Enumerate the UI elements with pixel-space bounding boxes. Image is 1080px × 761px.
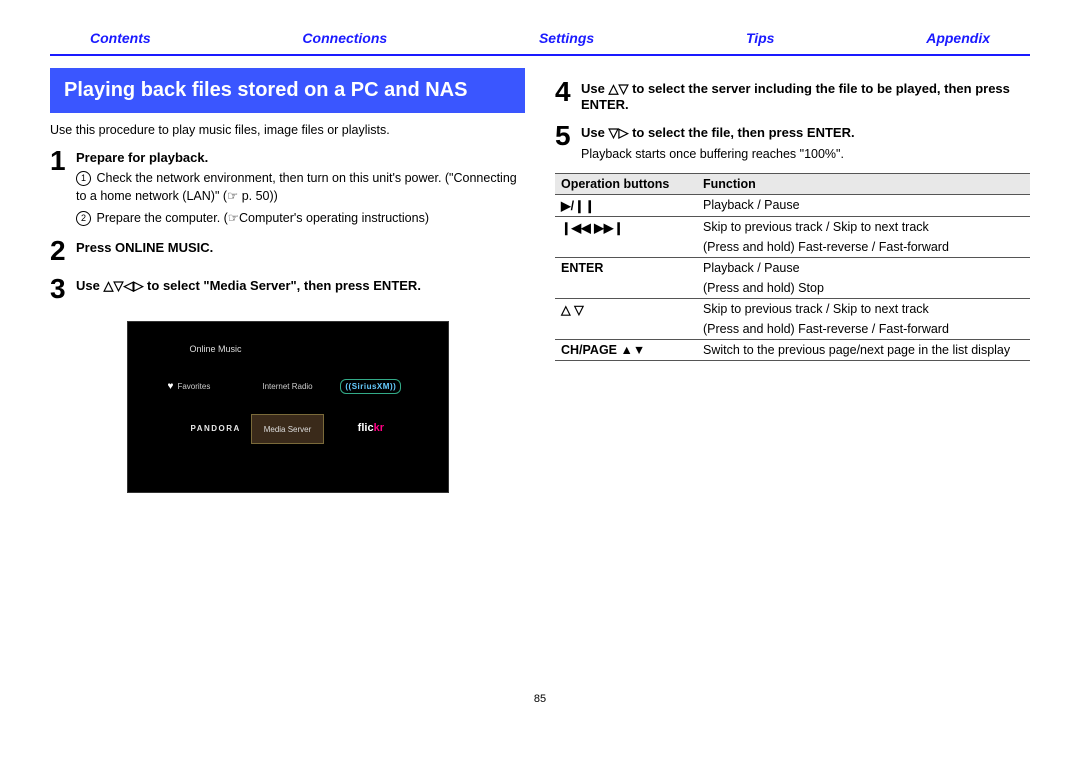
step-3-title: Use △▽◁▷ to select "Media Server", then …	[76, 278, 421, 294]
siriusxm-logo: ((SiriusXM))	[340, 379, 401, 394]
step-2-title: Press ONLINE MUSIC.	[76, 240, 213, 255]
tv-item-pandora: PANDORA	[168, 414, 241, 442]
table-row-skip-btn: ❙◀◀ ▶▶❙	[555, 217, 697, 258]
step-5-sub: Playback starts once buffering reaches "…	[581, 145, 855, 163]
table-row-updown-btn: △ ▽	[555, 299, 697, 340]
tv-item-siriusxm: ((SiriusXM))	[334, 372, 407, 400]
section-heading: Playing back files stored on a PC and NA…	[50, 68, 525, 113]
tv-screenshot: Online Music ♥ Favorites Internet Radio …	[127, 321, 449, 493]
step-3: 3 Use △▽◁▷ to select "Media Server", the…	[50, 275, 525, 303]
table-row-enter-btn: ENTER	[555, 258, 697, 299]
left-column: Playing back files stored on a PC and NA…	[50, 68, 525, 493]
step-number: 5	[555, 122, 581, 163]
step-1-sub-b-text: Prepare the computer. (☞Computer's opera…	[96, 211, 429, 225]
step-1-title: Prepare for playback.	[76, 150, 525, 165]
nav-contents[interactable]: Contents	[90, 30, 151, 46]
circled-2-icon: 2	[76, 211, 91, 226]
tv-item-media-server: Media Server	[251, 414, 324, 444]
divider	[50, 54, 1030, 56]
operation-table: Operation buttons Function ▶/❙❙ Playback…	[555, 173, 1030, 361]
table-row-enter-fn1: Playback / Pause	[697, 258, 1030, 279]
tv-favorites-label: Favorites	[177, 382, 210, 391]
step-2: 2 Press ONLINE MUSIC.	[50, 237, 525, 265]
table-header-function: Function	[697, 174, 1030, 195]
step-1-sub-b: 2 Prepare the computer. (☞Computer's ope…	[76, 209, 525, 227]
step-1-sub-a-text: Check the network environment, then turn…	[76, 171, 517, 203]
step-4: 4 Use △▽ to select the server including …	[555, 78, 1030, 112]
step-1-sub-a: 1 Check the network environment, then tu…	[76, 169, 525, 205]
circled-1-icon: 1	[76, 171, 91, 186]
nav-tips[interactable]: Tips	[746, 30, 775, 46]
table-row-updown-fn2: (Press and hold) Fast-reverse / Fast-for…	[697, 319, 1030, 340]
table-row-play-pause-fn: Playback / Pause	[697, 195, 1030, 217]
table-row-skip-fn2: (Press and hold) Fast-reverse / Fast-for…	[697, 237, 1030, 258]
step-5: 5 Use ▽▷ to select the file, then press …	[555, 122, 1030, 163]
table-row-updown-fn1: Skip to previous track / Skip to next tr…	[697, 299, 1030, 320]
flickr-label-b: kr	[374, 422, 384, 434]
right-column: 4 Use △▽ to select the server including …	[555, 68, 1030, 493]
step-number: 4	[555, 78, 581, 112]
flickr-label-a: flic	[358, 422, 374, 434]
table-row-chpage-fn: Switch to the previous page/next page in…	[697, 340, 1030, 361]
tv-title: Online Music	[190, 344, 242, 354]
table-header-buttons: Operation buttons	[555, 174, 697, 195]
step-1: 1 Prepare for playback. 1 Check the netw…	[50, 147, 525, 227]
nav-appendix[interactable]: Appendix	[926, 30, 990, 46]
step-5-title: Use ▽▷ to select the file, then press EN…	[581, 125, 855, 141]
table-row-chpage-btn: CH/PAGE ▲▼	[555, 340, 697, 361]
nav-connections[interactable]: Connections	[302, 30, 387, 46]
step-number: 1	[50, 147, 76, 227]
table-row-play-pause-btn: ▶/❙❙	[555, 195, 697, 217]
intro-text: Use this procedure to play music files, …	[50, 123, 525, 137]
tv-item-flickr: flickr	[334, 414, 407, 442]
page-number: 85	[50, 693, 1030, 705]
step-number: 2	[50, 237, 76, 265]
step-4-title: Use △▽ to select the server including th…	[581, 81, 1030, 112]
heart-icon: ♥	[168, 381, 174, 392]
top-nav: Contents Connections Settings Tips Appen…	[50, 30, 1030, 52]
table-row-skip-fn1: Skip to previous track / Skip to next tr…	[697, 217, 1030, 238]
tv-item-internet-radio: Internet Radio	[251, 372, 324, 400]
nav-settings[interactable]: Settings	[539, 30, 594, 46]
table-row-enter-fn2: (Press and hold) Stop	[697, 278, 1030, 299]
step-number: 3	[50, 275, 76, 303]
tv-item-favorites: ♥ Favorites	[168, 372, 241, 400]
